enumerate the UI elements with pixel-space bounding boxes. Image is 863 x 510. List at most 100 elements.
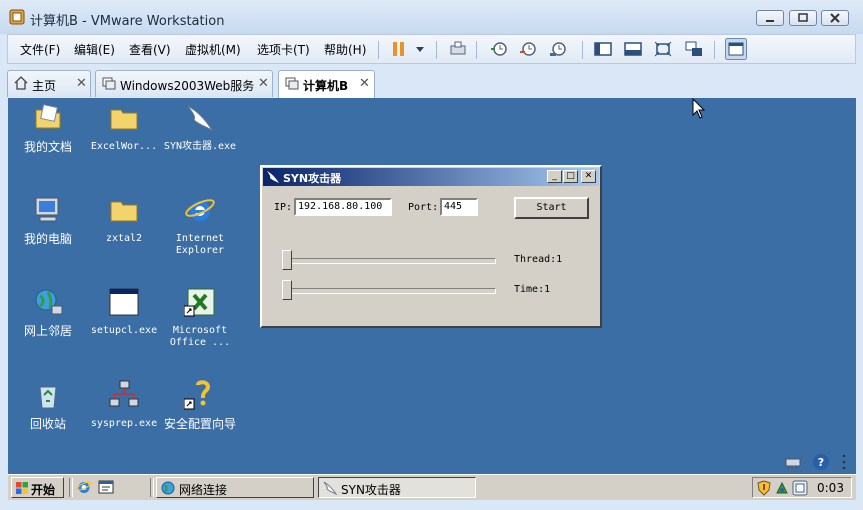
icon-caption: zxtal2 (105, 233, 143, 244)
snapshot-manager-icon[interactable] (548, 40, 568, 58)
close-button[interactable] (821, 10, 849, 26)
icon-caption: 我的电脑 (23, 232, 72, 246)
tab-label: 主页 (32, 79, 57, 93)
minimize-icon (766, 20, 774, 22)
icon-caption: 安全配置向导 (163, 417, 236, 431)
menu-view[interactable]: 查看(V) (129, 41, 171, 58)
pause-icon[interactable] (389, 40, 409, 58)
port-label: Port: (408, 202, 439, 213)
sidebar-toggle-icon[interactable] (593, 40, 613, 58)
snapshot-icon[interactable] (489, 40, 509, 58)
more-options-icon[interactable] (838, 453, 850, 471)
time-slider-thumb[interactable] (282, 280, 292, 300)
tab-windows2003[interactable]: Windows2003Web服务 ✕ (95, 70, 273, 97)
help-icon[interactable]: ? (812, 453, 830, 471)
start-button[interactable]: Start (514, 197, 589, 219)
menu-help[interactable]: 帮助(H) (324, 41, 366, 58)
vmware-window: 计算机B - VMware Workstation 文件(F) 编辑(E) 查看… (0, 0, 863, 510)
vm-display[interactable]: 我的文档 ExcelWor... SYN攻击器.exe 我的电脑 zxtal2 … (8, 98, 856, 500)
icon-caption: setupcl.exe (90, 325, 158, 336)
network-tray-icon[interactable] (774, 480, 790, 496)
thread-label: Thread:1 (514, 254, 563, 265)
folder-icon (110, 201, 138, 222)
dialog-minimize-button[interactable]: _ (547, 170, 562, 183)
syn-attacker-icon (323, 481, 338, 496)
desktop-icon-recycle-bin[interactable]: 回收站 (10, 379, 86, 430)
desktop-icon-sysprep[interactable]: sysprep.exe (86, 379, 162, 430)
window-title: 计算机B - VMware Workstation (30, 14, 225, 29)
fullscreen-icon[interactable] (653, 40, 673, 58)
task-syn-attacker[interactable]: SYN攻击器 (318, 477, 476, 498)
network-places-icon (35, 289, 63, 315)
tab-home[interactable]: 主页 ✕ (7, 70, 91, 97)
menu-tabs[interactable]: 选项卡(T) (257, 41, 310, 58)
icon-caption: 网上邻居 (23, 324, 72, 338)
toolbar-separator (436, 41, 437, 59)
icon-caption: sysprep.exe (90, 418, 158, 429)
show-desktop-icon[interactable] (98, 479, 114, 495)
send-keys-icon[interactable] (448, 40, 468, 58)
desktop-icon-office[interactable]: Microsoft Office ... (162, 286, 238, 349)
port-input[interactable]: 445 (440, 198, 478, 216)
security-shield-icon[interactable] (756, 480, 772, 496)
home-icon (14, 76, 28, 90)
ie-icon (185, 199, 215, 221)
chevron-down-icon[interactable] (410, 40, 430, 58)
excel-shortcut-icon (183, 288, 215, 317)
thumbnail-view-icon[interactable] (725, 38, 747, 60)
desktop-icon-ie[interactable]: Internet Explorer (162, 194, 238, 257)
tab-computer-b[interactable]: 计算机B ✕ (278, 70, 375, 98)
desktop-icon-my-computer[interactable]: 我的电脑 (10, 194, 86, 245)
desktop-icon-excelwor[interactable]: ExcelWor... (86, 102, 162, 153)
revert-snapshot-icon[interactable] (518, 40, 538, 58)
maximize-icon (798, 13, 808, 22)
close-icon[interactable]: ✕ (76, 76, 87, 91)
my-computer-icon (35, 197, 59, 222)
taskbar-separator (69, 478, 73, 497)
desktop-icon-zxtal2[interactable]: zxtal2 (86, 194, 162, 245)
system-tray: 0:03 (752, 477, 852, 498)
menu-edit[interactable]: 编辑(E) (74, 41, 115, 58)
maximize-button[interactable] (789, 10, 817, 26)
task-network-connections[interactable]: 网络连接 (156, 477, 314, 498)
vm-icon (285, 77, 299, 90)
my-documents-icon (35, 104, 61, 129)
desktop-icon-my-documents[interactable]: 我的文档 (10, 102, 86, 153)
dialog-close-button[interactable]: ✕ (581, 170, 596, 183)
time-slider-track[interactable] (284, 288, 496, 294)
ip-input[interactable]: 192.168.80.100 (294, 198, 392, 216)
minimize-button[interactable] (756, 10, 784, 26)
toolbar-separator (714, 41, 715, 59)
security-wizard-icon (183, 380, 211, 410)
menu-file[interactable]: 文件(F) (20, 41, 60, 58)
icon-caption: SYN攻击器.exe (163, 141, 237, 152)
taskbar-separator (150, 478, 154, 497)
console-view-icon[interactable] (623, 40, 643, 58)
menu-vm[interactable]: 虚拟机(M) (185, 41, 241, 58)
close-icon[interactable]: ✕ (258, 76, 269, 91)
desktop-icon-security-wizard[interactable]: 安全配置向导 (162, 379, 238, 430)
ie-icon[interactable] (76, 479, 92, 495)
desktop-icon-setupcl[interactable]: setupcl.exe (86, 286, 162, 337)
toolbar-separator (582, 41, 583, 59)
svg-text:?: ? (818, 456, 824, 469)
unity-view-icon[interactable] (684, 40, 704, 58)
close-icon[interactable]: ✕ (359, 76, 370, 91)
network-adapter-icon[interactable] (784, 453, 804, 471)
task-label: 网络连接 (179, 483, 228, 497)
vm-icon (102, 77, 116, 90)
clock: 0:03 (817, 481, 844, 495)
desktop-icon-syn-exe[interactable]: SYN攻击器.exe (162, 102, 238, 153)
dialog-maximize-button[interactable]: □ (563, 170, 578, 183)
thread-slider-thumb[interactable] (282, 250, 292, 270)
title-bar: 计算机B - VMware Workstation (0, 0, 863, 34)
desktop-icon-network-places[interactable]: 网上邻居 (10, 286, 86, 337)
icon-caption: 我的文档 (23, 140, 72, 154)
guest-taskbar: 开始 网络连接 SYN攻击器 0:03 (8, 474, 856, 500)
thread-slider-track[interactable] (284, 258, 496, 264)
dialog-title: SYN攻击器 (283, 172, 342, 185)
tab-label: Windows2003Web服务 (120, 79, 255, 93)
window-app-icon (109, 288, 139, 316)
vmware-tools-tray-icon[interactable] (792, 480, 808, 496)
start-menu-button[interactable]: 开始 (11, 477, 64, 498)
